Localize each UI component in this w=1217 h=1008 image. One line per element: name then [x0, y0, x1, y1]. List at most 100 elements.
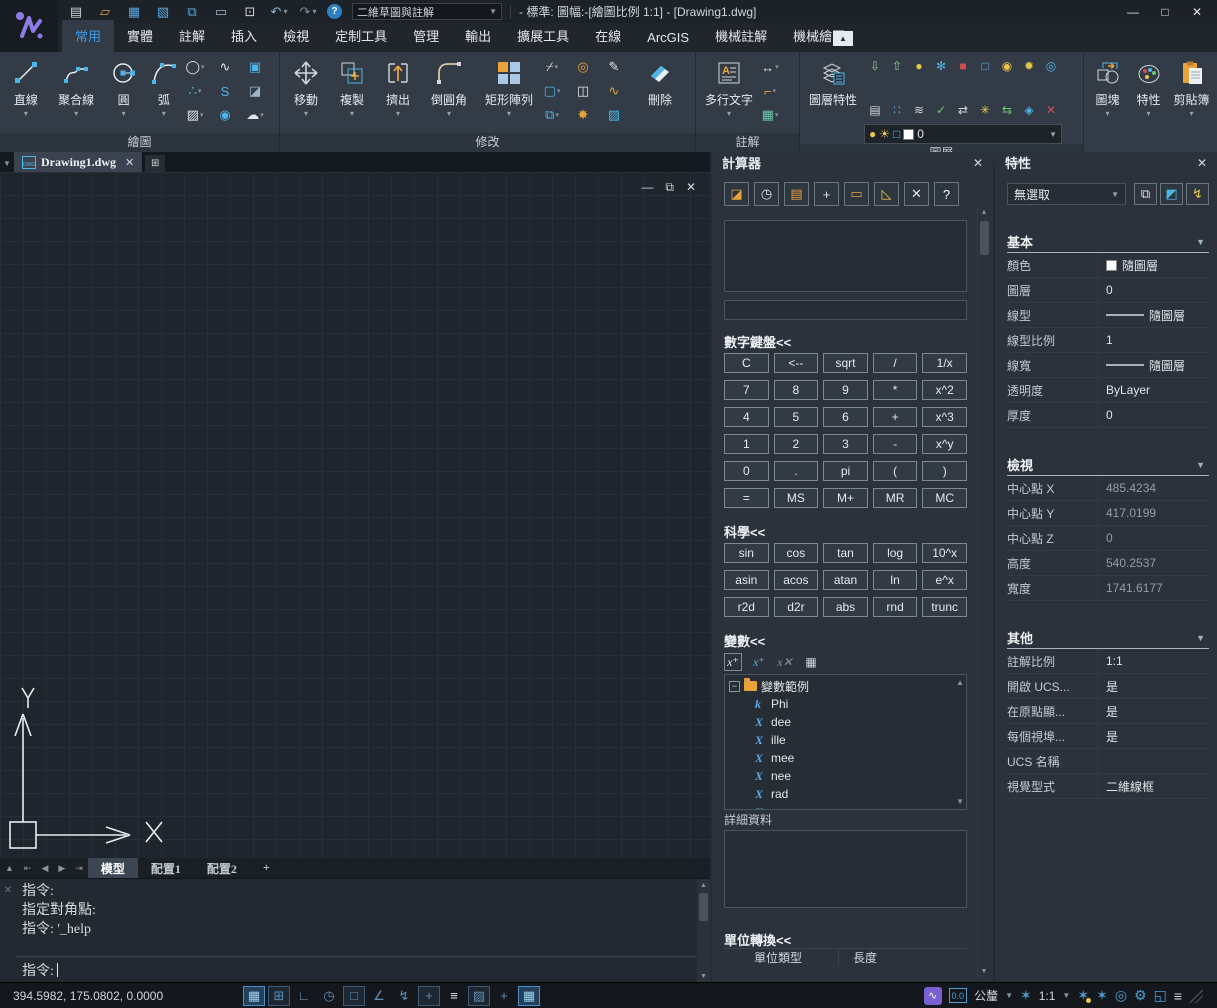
help-icon[interactable]: ? [327, 4, 342, 19]
layout-tab[interactable]: 模型 [88, 858, 138, 879]
quick-select-icon[interactable]: ↯ [1186, 183, 1209, 205]
calc-key[interactable]: d2r [774, 597, 819, 617]
calc-key[interactable]: trunc [922, 597, 967, 617]
grid-display-icon[interactable]: ▦ [243, 986, 265, 1006]
viewport-restore-icon[interactable]: ⧉ [665, 180, 674, 195]
calc-key[interactable]: / [873, 353, 918, 373]
annotation-visibility-icon[interactable]: ✶ [1020, 987, 1032, 1004]
calc-key[interactable]: cos [774, 543, 819, 563]
object-snap-tracking-icon[interactable]: ↯ [393, 986, 415, 1006]
calc-key[interactable]: 4 [724, 407, 769, 427]
ribbon-tab[interactable]: 管理 [400, 20, 452, 52]
first-layout-icon[interactable]: ⇤ [19, 863, 37, 874]
command-close-icon[interactable]: ✕ [0, 879, 16, 982]
donut-icon[interactable]: ◉ [215, 105, 235, 125]
undo-icon[interactable]: ↶ [269, 3, 289, 21]
units-label[interactable]: 公釐 [974, 987, 998, 1004]
break-icon[interactable]: ▢ [542, 81, 562, 101]
layer-state-up-icon[interactable]: ⇧ [886, 55, 908, 77]
close-button[interactable]: ✕ [1183, 2, 1211, 22]
calc-key[interactable]: <-- [774, 353, 819, 373]
layer-delete-icon[interactable]: ✕ [1040, 99, 1062, 121]
move-button[interactable]: 移動 ▾ [284, 55, 328, 131]
multiple-points-icon[interactable]: ∴ [185, 81, 205, 101]
rectangular-array-button[interactable]: 矩形陣列 ▾ [478, 55, 540, 131]
next-layout-icon[interactable]: ▶ [53, 863, 70, 874]
scale-icon[interactable]: ⧉ [542, 105, 562, 125]
scroll-up-icon[interactable]: ▲ [981, 207, 988, 219]
property-row[interactable]: 開啟 UCS... 是 [1007, 674, 1209, 699]
spline-icon[interactable]: ∿ [215, 57, 235, 77]
command-history[interactable]: 指令: 指定對角點: 指令: '_help [16, 879, 697, 956]
select-objects-icon[interactable]: ◩ [1160, 183, 1183, 205]
calc-key[interactable]: 5 [774, 407, 819, 427]
panel-title-draw[interactable]: 繪圖 [0, 133, 279, 152]
calc-key[interactable]: tan [823, 543, 868, 563]
intersection-icon[interactable]: ✕ [904, 182, 929, 206]
redo-icon[interactable]: ↷ [298, 3, 318, 21]
turn-all-layers-on-icon[interactable]: ◉ [996, 55, 1018, 77]
scroll-down-icon[interactable]: ▼ [956, 797, 964, 806]
scroll-up-icon[interactable]: ▲ [956, 678, 964, 687]
property-row[interactable]: 中心點 Z 0 [1007, 526, 1209, 551]
calculator-scrollbar[interactable]: ▲ ▼ [977, 207, 990, 978]
calc-key[interactable]: * [873, 380, 918, 400]
object-snap-icon[interactable]: □ [343, 986, 365, 1006]
calc-key[interactable]: 9 [823, 380, 868, 400]
wipeout-icon[interactable]: ◪ [245, 81, 265, 101]
maximize-button[interactable]: □ [1151, 2, 1179, 22]
panel-title-annotate[interactable]: 註解 [696, 133, 799, 152]
previous-layout-icon[interactable]: ◀ [36, 863, 53, 874]
property-row[interactable]: 在原點顯... 是 [1007, 699, 1209, 724]
command-scrollbar[interactable]: ▲ ▼ [697, 879, 710, 982]
angle-of-line-icon[interactable]: ◺ [874, 182, 899, 206]
app-logo[interactable] [0, 0, 58, 52]
property-row[interactable]: 顏色 隨圖層 [1007, 253, 1209, 278]
clipboard-button[interactable]: 剪貼簿 ▾ [1170, 55, 1213, 147]
chevron-down-icon[interactable]: ▼ [1005, 991, 1013, 1000]
clear-icon[interactable]: ◪ [724, 182, 749, 206]
property-row[interactable]: 線寬 隨圖層 [1007, 353, 1209, 378]
ortho-mode-icon[interactable]: ∟ [293, 986, 315, 1006]
paste-to-command-line-icon[interactable]: ▤ [784, 182, 809, 206]
layer-isolate-icon[interactable]: ◎ [1040, 55, 1062, 77]
property-row[interactable]: 厚度 0 [1007, 403, 1209, 428]
angle-snap-icon[interactable]: ∠ [368, 986, 390, 1006]
layer-selector[interactable]: ● ☀ □ 0 ▼ [864, 124, 1062, 144]
fullscreen-icon[interactable]: ◱ [1154, 987, 1167, 1004]
numpad-section-header[interactable]: 數字鍵盤<< [724, 332, 967, 350]
edit-attribute-icon[interactable]: ✎ [604, 57, 624, 77]
minimize-button[interactable]: — [1119, 2, 1147, 22]
last-layout-icon[interactable]: ⇥ [70, 863, 88, 874]
calc-key[interactable]: MR [873, 488, 918, 508]
property-row[interactable]: 線型比例 1 [1007, 328, 1209, 353]
selection-filter-dropdown[interactable]: 無選取 ▼ [1007, 183, 1126, 205]
chevron-down-icon[interactable]: ▼ [1062, 991, 1070, 1000]
model-canvas[interactable]: — ⧉ ✕ [0, 172, 710, 858]
calc-key[interactable]: sqrt [823, 353, 868, 373]
ribbon-tab[interactable]: 檢視 [270, 20, 322, 52]
variable-item[interactable]: X ille [729, 731, 952, 749]
change-to-current-layer-icon[interactable]: ⇄ [952, 99, 974, 121]
calculator-icon[interactable]: ▦ [802, 653, 820, 671]
calc-key[interactable]: = [724, 488, 769, 508]
ribbon-tab[interactable]: 輸出 [452, 20, 504, 52]
variable-item[interactable]: X mee [729, 749, 952, 767]
selection-filter-icon[interactable]: ◎ [1115, 987, 1127, 1004]
annotation-monitor-icon[interactable]: ✶ [1096, 987, 1108, 1004]
selection-cycling-icon[interactable]: + [493, 986, 515, 1006]
arc-button[interactable]: 弧 ▾ [145, 55, 183, 131]
quick-view-drawings-icon[interactable]: ▦ [518, 986, 540, 1006]
edit-variable-icon[interactable]: x⁺ [750, 653, 768, 671]
scroll-down-icon[interactable]: ▼ [700, 970, 707, 982]
make-current-layer-icon[interactable]: ✓ [930, 99, 952, 121]
calc-key[interactable]: ( [873, 461, 918, 481]
layout-tab[interactable]: + [250, 858, 283, 879]
variables-tree[interactable]: − 變數範例 k Phi X dee [724, 674, 967, 810]
calc-key[interactable]: r2d [724, 597, 769, 617]
circle-button[interactable]: 圓 ▾ [105, 55, 143, 131]
calc-key[interactable]: ln [873, 570, 918, 590]
calculator-history[interactable] [724, 220, 967, 292]
close-properties-icon[interactable]: ✕ [1197, 156, 1207, 170]
delete-variable-icon[interactable]: x✕ [776, 653, 794, 671]
